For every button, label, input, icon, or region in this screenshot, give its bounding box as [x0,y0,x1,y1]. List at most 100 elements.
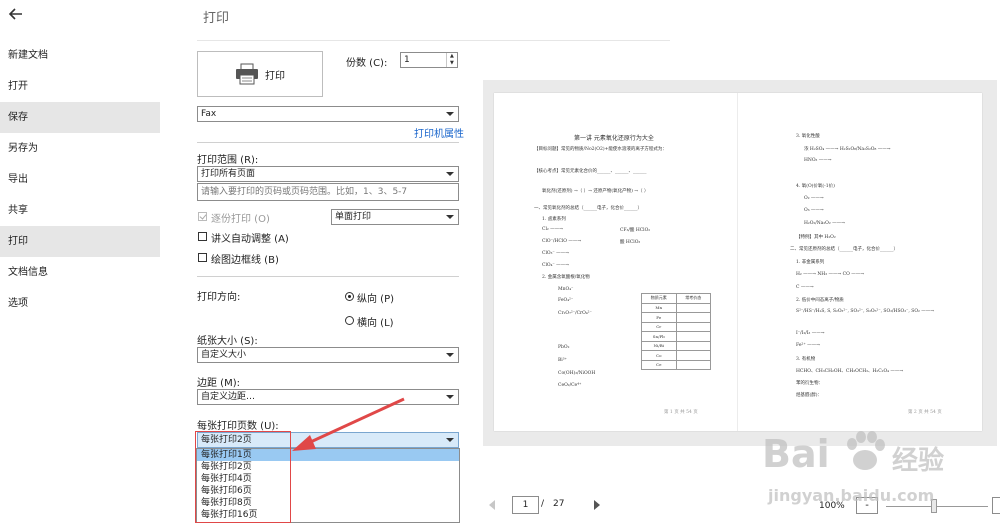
chevron-down-icon [446,438,454,442]
doc-line: CF₃/酸 HClO₂ [620,228,651,233]
chevron-down-icon [446,353,454,357]
draw-border-checkbox[interactable] [198,253,207,262]
zoom-slider[interactable] [886,506,988,507]
doc-line: O₂ ——→ [804,196,824,201]
chevron-down-icon [446,112,454,116]
doc-line: S²⁻/HS⁻/H₂S, S, S₂O₃²⁻, SO₃²⁻, S₂O₅²⁻, S… [796,309,935,314]
printer-properties-link[interactable]: 打印机属性 [414,125,464,140]
preview-pager: 1 / 27 100% - [483,496,1000,518]
auto-adjust-label: 讲义自动调整 (A) [211,234,289,245]
doc-line: C ——→ [796,285,814,290]
dropdown-option[interactable]: 每张打印8页 [197,497,459,509]
doc-line: MnO₄⁻ [558,287,574,292]
previous-page-icon[interactable] [489,500,495,510]
doc-line: 3. 氧化性酸 [796,134,820,139]
page-footer: 第 2 页 共 54 页 [908,410,942,415]
doc-line: 【特例】其中 H₂O₂ [796,235,836,240]
copies-stepper[interactable]: 1 ▲ ▼ [400,52,458,68]
doc-line: Cl₂ ——→ [542,227,563,232]
table-cell: Fe [641,312,677,323]
collate-label: 逐份打印 (O) [211,214,270,225]
sidebar-item-options[interactable]: 选项 [0,288,160,319]
landscape-label: 横向 (L) [357,318,394,329]
doc-line: FeO₄²⁻ [558,298,574,303]
table-cell: Ce [641,359,677,370]
margin-value: 自定义边距… [201,392,256,402]
portrait-radio[interactable] [345,292,354,301]
auto-adjust-checkbox[interactable] [198,232,207,241]
zoom-out-button[interactable]: - [856,497,878,514]
paper-size-value: 自定义大小 [201,350,247,360]
zoom-in-button[interactable] [992,497,1000,514]
print-range-value: 打印所有页面 [201,169,256,179]
sidebar-item-save-as[interactable]: 另存为 [0,133,160,164]
stepper-arrows[interactable]: ▲ ▼ [446,53,457,67]
landscape-radio[interactable] [345,316,354,325]
copies-value: 1 [404,55,410,65]
doc-line: 【目标问题】常见的物质/No2(O2)+能使水溶液的离子方程式为： [534,147,667,152]
table-header: 物质元素 [641,293,677,304]
sidebar-item-share[interactable]: 共享 [0,195,160,226]
portrait-label: 纵向 (P) [357,294,395,305]
dropdown-option[interactable]: 每张打印2页 [197,461,459,473]
current-page-input[interactable]: 1 [512,496,539,514]
table-cell: Ni/Bi [641,340,677,351]
doc-line: 3. 有机物 [796,357,816,362]
print-range-label: 打印范围 (R): [197,155,259,166]
doc-line: 浓 H₂SO₄ ——→ H₂S₂O₈/Na₂S₂O₈ ——→ [804,147,891,152]
chevron-down-icon [446,215,454,219]
page-divider [737,93,738,431]
doc-line: H₂ ——→ NH₃ ——→ CO ——→ [796,272,864,277]
preview-sheet: 第一讲 元素氧化还原行为大全 【目标问题】常见的物质/No2(O2)+能使水溶液… [494,93,982,431]
dropdown-option[interactable]: 每张打印6页 [197,485,459,497]
doc-line: O₃ ——→ [804,208,824,213]
divider [197,142,459,143]
divider [197,40,670,41]
doc-line: ClO₄⁻ ——→ [542,263,569,268]
zoom-slider-handle[interactable] [931,499,937,513]
duplex-value: 单面打印 [335,212,372,222]
print-range-select[interactable]: 打印所有页面 [197,166,459,182]
doc-table: 物质元素 常考价态 Mn Fe Cr Sn/Pb Ni/Bi Co Ce [641,293,711,370]
doc-line: CeO₂/Ce⁴⁺ [558,383,582,388]
page-separator: / [541,499,545,509]
margin-label: 边距 (M): [197,378,240,389]
annotation-arrow-icon [292,397,405,451]
dropdown-option[interactable]: 每张打印4页 [197,473,459,485]
chevron-down-icon [446,172,454,176]
sidebar-nav: 新建文档 打开 保存 另存为 导出 共享 打印 文档信息 选项 [0,40,160,319]
doc-line: 4. 氧(O)价氧(-1价) [796,184,835,189]
page-range-input[interactable]: 请输入要打印的页码或页码范围。比如，1、3、5-7 [197,183,459,201]
doc-line: Co(OH)₃/NiOOH [558,371,596,376]
paper-size-label: 纸张大小 (S): [197,336,258,347]
doc-line: Cr₂O₇²⁻/CrO₄²⁻ [558,311,592,316]
dropdown-option[interactable]: 每张打印16页 [197,509,459,521]
printer-select[interactable]: Fax [197,106,459,122]
arrow-left-icon[interactable] [6,4,26,24]
table-cell: Co [641,350,677,361]
sidebar-item-document-info[interactable]: 文档信息 [0,257,160,288]
printer-icon [236,63,258,85]
zoom-level: 100% [819,501,845,511]
doc-line: 二、常见还原剂的总结（______电子，化合价______） [790,247,898,252]
sidebar-item-export[interactable]: 导出 [0,164,160,195]
doc-line: 氧化剂(还原剂) →（ ）→ 还原产物(氧化产物) →（ ） [542,189,649,194]
collate-checkbox[interactable] [198,212,207,221]
doc-line: 1. 非金属系列 [796,260,825,265]
next-page-icon[interactable] [594,500,600,510]
sidebar-item-save[interactable]: 保存 [0,102,160,133]
print-button[interactable]: 打印 [197,51,323,97]
doc-line: Fe²⁺ ——→ [796,343,820,348]
chevron-down-icon[interactable]: ▼ [450,61,454,66]
doc-line: 2. 低价中间态离子/物质 [796,298,844,303]
paper-size-select[interactable]: 自定义大小 [197,347,459,363]
table-cell: Cr [641,321,677,332]
draw-border-label: 绘图边框线 (B) [211,255,279,266]
sidebar-item-open[interactable]: 打开 [0,71,160,102]
orientation-label: 打印方向: [197,292,241,303]
chevron-up-icon[interactable]: ▲ [450,54,454,59]
duplex-select[interactable]: 单面打印 [331,209,459,225]
sidebar-item-new-document[interactable]: 新建文档 [0,40,160,71]
sidebar-item-print[interactable]: 打印 [0,226,160,257]
chevron-down-icon [446,395,454,399]
